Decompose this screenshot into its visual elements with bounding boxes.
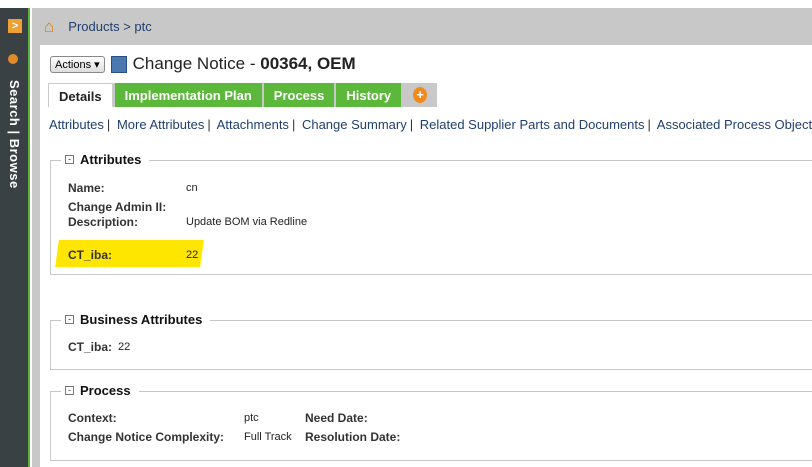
ct-iba-value: 22 — [186, 249, 199, 261]
collapse-icon[interactable]: - — [65, 155, 74, 164]
breadcrumb: ⌂ Products > ptc — [44, 18, 152, 35]
resolution-date-label: Resolution Date: — [305, 430, 401, 444]
ct-iba-value: 22 — [118, 341, 131, 353]
process-section: - Process Context: ptc Need Date: Change … — [50, 383, 812, 461]
tab-process[interactable]: Process — [263, 83, 335, 107]
context-label: Context: — [68, 411, 117, 425]
page-title: Change Notice - 00364, OEM — [133, 54, 356, 74]
content-panel: Actions ▾ Change Notice - 00364, OEM Det… — [40, 45, 812, 467]
context-value: ptc — [244, 412, 259, 424]
link-more-attributes[interactable]: More Attributes — [117, 117, 204, 132]
section-title: Process — [80, 383, 131, 398]
need-date-label: Need Date: — [305, 411, 368, 425]
collapse-icon[interactable]: - — [65, 315, 74, 324]
ct-iba-label: CT_iba: — [68, 340, 113, 354]
tab-history[interactable]: History — [336, 83, 402, 107]
business-attributes-section: - Business Attributes CT_iba: 22 — [50, 312, 812, 370]
home-icon[interactable]: ⌂ — [44, 18, 54, 35]
tab-details[interactable]: Details — [48, 83, 113, 107]
change-notice-icon — [110, 55, 127, 73]
search-browse-link[interactable]: Search | Browse — [7, 80, 22, 189]
link-attachments[interactable]: Attachments — [217, 117, 289, 132]
pin-icon[interactable] — [8, 54, 18, 64]
actions-label: Actions — [55, 58, 92, 71]
complexity-label: Change Notice Complexity: — [68, 430, 225, 444]
breadcrumb-link[interactable]: Products > ptc — [68, 19, 151, 34]
collapse-icon[interactable]: - — [65, 386, 74, 395]
complexity-value: Full Track — [244, 431, 292, 443]
link-associated-process-objects[interactable]: Associated Process Objects — [657, 117, 812, 132]
title-prefix: Change Notice - — [132, 54, 261, 73]
section-title: Business Attributes — [80, 312, 203, 327]
main-area: ⌂ Products > ptc Actions ▾ Change Notice… — [32, 8, 812, 467]
section-links: Attributes | More Attributes | Attachments… — [49, 117, 812, 132]
expand-sidebar-icon[interactable]: > — [8, 19, 22, 33]
change-admin-label: Change Admin II: — [68, 200, 167, 214]
name-label: Name: — [68, 181, 105, 195]
name-value: cn — [186, 182, 198, 194]
plus-icon: + — [413, 87, 428, 103]
tab-bar: Details Implementation Plan Process Hist… — [48, 83, 438, 107]
description-value: Update BOM via Redline — [186, 216, 308, 228]
add-tab-button[interactable]: + — [403, 83, 438, 107]
link-attributes[interactable]: Attributes — [49, 117, 104, 132]
title-id: 00364, OEM — [260, 54, 356, 73]
description-label: Description: — [68, 215, 139, 229]
tab-implementation-plan[interactable]: Implementation Plan — [114, 83, 262, 107]
actions-button[interactable]: Actions ▾ — [50, 55, 105, 73]
ct-iba-label: CT_iba: — [68, 248, 113, 262]
section-title: Attributes — [80, 152, 142, 167]
link-change-summary[interactable]: Change Summary — [302, 117, 407, 132]
link-related-supplier-parts[interactable]: Related Supplier Parts and Documents — [420, 117, 645, 132]
sidebar: > Search | Browse — [0, 8, 30, 467]
attributes-section: - Attributes Name: cn Change Admin II: De… — [50, 152, 812, 275]
